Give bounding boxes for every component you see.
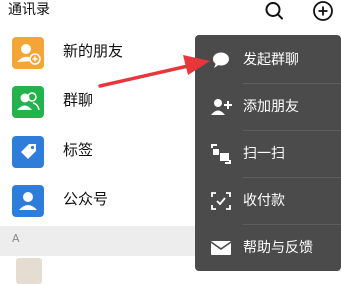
list-item-label: 公众号 xyxy=(63,190,109,208)
mail-icon xyxy=(210,241,232,255)
search-icon xyxy=(265,2,283,20)
menu-item-start-group-chat[interactable]: 发起群聊 xyxy=(195,37,341,84)
menu-item-label: 添加朋友 xyxy=(243,99,299,115)
menu-item-label: 收付款 xyxy=(243,193,285,209)
list-item-label: 群聊 xyxy=(63,91,94,109)
menu-item-label: 帮助与反馈 xyxy=(243,240,313,256)
search-button[interactable] xyxy=(263,0,287,24)
menu-item-label: 扫一扫 xyxy=(243,146,285,162)
new-friends-icon xyxy=(12,37,44,69)
top-bar: 通讯录 xyxy=(0,0,341,28)
avatar xyxy=(16,258,42,284)
menu-item-money[interactable]: 收付款 xyxy=(195,178,341,225)
menu-item-scan[interactable]: 扫一扫 xyxy=(195,131,341,178)
add-friend-icon xyxy=(211,99,232,115)
popup-menu: 发起群聊 添加朋友 扫一扫 收付款 帮助与反馈 xyxy=(195,35,341,271)
list-item-label: 标签 xyxy=(63,141,94,159)
plus-circle-icon xyxy=(313,1,333,21)
group-chat-icon xyxy=(12,86,44,118)
payment-icon xyxy=(211,192,231,210)
section-letter: A xyxy=(12,232,20,245)
official-account-icon xyxy=(12,185,44,217)
menu-item-add-friend[interactable]: 添加朋友 xyxy=(195,84,341,131)
menu-item-label: 发起群聊 xyxy=(243,52,299,68)
tag-icon xyxy=(12,136,44,168)
add-menu-button[interactable] xyxy=(310,0,336,26)
list-item-label: 新的朋友 xyxy=(63,42,124,60)
menu-item-help-feedback[interactable]: 帮助与反馈 xyxy=(195,225,341,272)
chat-bubble-icon xyxy=(213,52,229,68)
page-title: 通讯录 xyxy=(8,2,50,18)
scan-icon xyxy=(211,144,231,164)
